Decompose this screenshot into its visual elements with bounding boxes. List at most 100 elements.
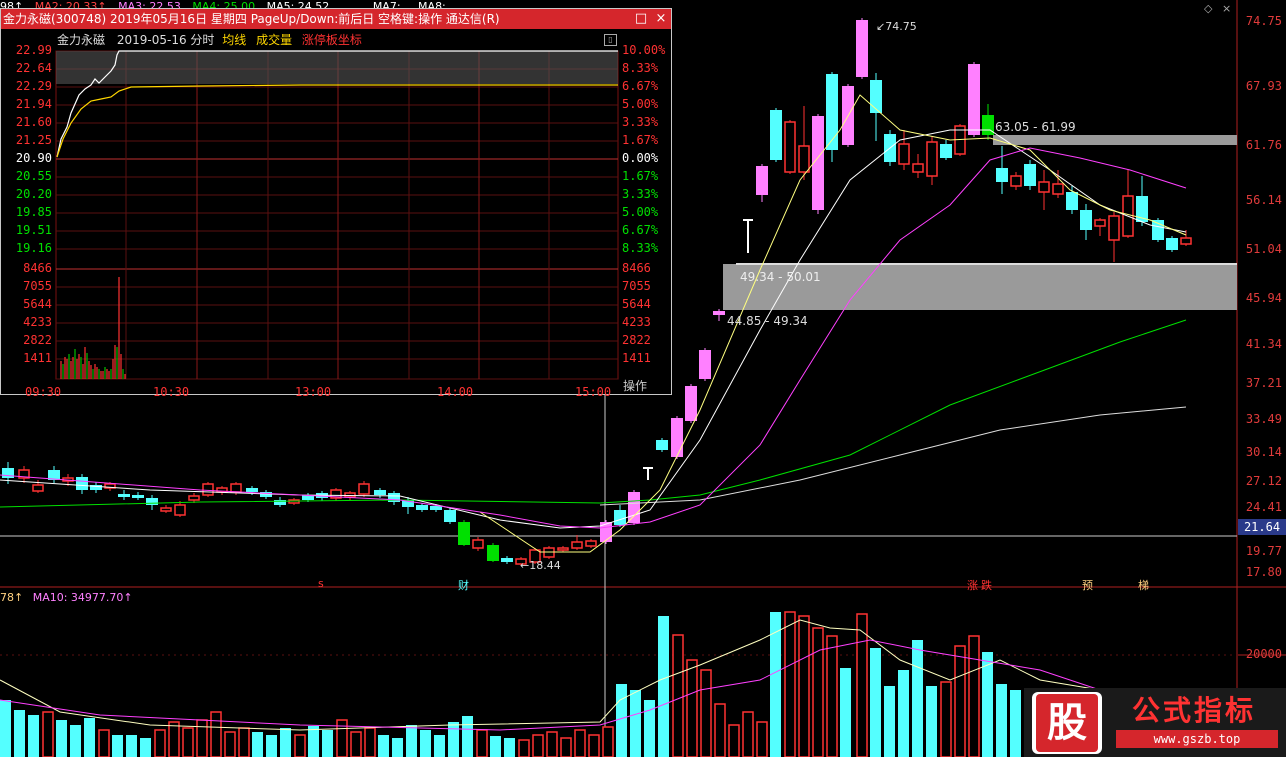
volume-bar	[518, 739, 530, 757]
intraday-pct-tick: 0.00%	[622, 151, 659, 165]
price-tick: 33.49	[1245, 412, 1282, 426]
intraday-vol-tick-left: 7055	[23, 279, 52, 293]
candle	[856, 18, 868, 79]
volume-bar	[238, 727, 250, 757]
intraday-vol-tick-right: 5644	[622, 297, 651, 311]
candle	[898, 130, 910, 170]
volume-bar	[700, 669, 712, 757]
candle	[388, 491, 400, 505]
candle	[656, 438, 668, 452]
volume-bar	[350, 731, 362, 757]
volume-bar	[56, 720, 67, 757]
price-tick: 61.76	[1245, 138, 1282, 152]
candle	[132, 492, 144, 500]
intraday-limit-band	[56, 51, 618, 84]
zone-low-label: 44.85 - 49.34	[727, 314, 808, 328]
event-mark-zhang[interactable]: 涨	[967, 577, 978, 593]
candle	[585, 539, 597, 548]
candle	[1180, 230, 1192, 246]
intraday-popup[interactable]: 金力永磁(300748) 2019年05月16日 星期四 PageUp/Down…	[0, 8, 672, 399]
volume-bar	[84, 718, 95, 757]
volume-bar	[14, 710, 25, 757]
volume-bar	[392, 738, 403, 757]
intraday-chart[interactable]	[1, 9, 671, 394]
logo-glyph: 股	[1036, 694, 1098, 752]
candle	[1094, 218, 1106, 236]
volume-bar	[504, 738, 515, 757]
candle	[996, 146, 1008, 194]
candle	[870, 73, 882, 141]
intraday-price-tick: 20.90	[15, 151, 52, 165]
high-annotation: ↙74.75	[876, 20, 917, 33]
intraday-vol-tick-left: 8466	[23, 261, 52, 275]
candle	[770, 108, 782, 162]
intraday-price-tick: 20.55	[15, 169, 52, 183]
close-chart-icon[interactable]: ×	[1222, 2, 1231, 15]
volume-bar	[308, 726, 319, 757]
event-mark-cai[interactable]: 财	[458, 577, 469, 593]
price-tick: 17.80	[1245, 565, 1282, 579]
volume-bar	[898, 670, 909, 757]
intraday-vol-tick-right: 4233	[622, 315, 651, 329]
volume-bar	[266, 735, 277, 757]
volume-bar	[462, 716, 473, 757]
candle	[812, 114, 824, 214]
volume-bar	[378, 735, 389, 757]
volume-axis-20000: 20000	[1245, 647, 1282, 661]
intraday-pct-tick: 6.67%	[622, 79, 659, 93]
event-mark-yu[interactable]: 预	[1082, 577, 1093, 593]
intraday-price-tick: 22.99	[15, 43, 52, 57]
volume-bar	[420, 730, 431, 757]
candle	[557, 546, 569, 552]
candle	[1080, 204, 1092, 240]
zone-mid-label: 49.34 - 50.01	[740, 270, 821, 284]
candle	[274, 497, 286, 507]
intraday-time-tick: 09:30	[25, 385, 62, 399]
event-mark-die[interactable]: 跌	[981, 577, 992, 593]
candle	[160, 505, 172, 513]
popup-action-button[interactable]: 操作	[623, 377, 647, 394]
volume-bar	[996, 684, 1007, 757]
price-tick: 41.34	[1245, 337, 1282, 351]
candle	[76, 474, 88, 494]
volume-bar	[856, 613, 868, 757]
volume-bar	[168, 721, 180, 757]
price-tick: 37.21	[1245, 376, 1282, 390]
volume-bar	[112, 735, 123, 757]
volume-bar	[98, 729, 110, 757]
price-tick: 67.93	[1245, 79, 1282, 93]
intraday-pct-tick: 5.00%	[622, 205, 659, 219]
intraday-vol-tick-left: 1411	[23, 351, 52, 365]
volume-bar	[0, 700, 11, 757]
logo-url: www.gszb.top	[1116, 730, 1278, 748]
price-tick: 56.14	[1245, 193, 1282, 207]
candle	[358, 481, 370, 497]
event-mark-mai[interactable]: 梯	[1138, 577, 1149, 593]
event-mark-s[interactable]: s	[318, 577, 324, 590]
volume-bar	[714, 703, 726, 757]
intraday-pct-tick: 1.67%	[622, 169, 659, 183]
candle	[118, 490, 130, 500]
volume-bar	[870, 648, 881, 757]
candle	[1038, 170, 1050, 210]
candle	[1024, 160, 1036, 190]
volume-bar	[826, 635, 838, 757]
diamond-icon[interactable]: ◇	[1204, 2, 1212, 15]
volume-ma10-label: MA10: 34977.70↑	[32, 591, 133, 604]
volume-bar	[546, 731, 558, 757]
volume-bar	[884, 686, 895, 757]
candle	[912, 154, 924, 178]
volume-bar	[574, 729, 586, 757]
price-tick: 51.04	[1245, 242, 1282, 256]
intraday-vol-tick-left: 5644	[23, 297, 52, 311]
intraday-price-tick: 21.60	[15, 115, 52, 129]
volume-bar	[940, 681, 952, 757]
volume-bar	[588, 734, 600, 757]
intraday-pct-tick: 6.67%	[622, 223, 659, 237]
candle	[614, 505, 626, 527]
candle	[487, 543, 499, 562]
volume-bar	[280, 728, 291, 757]
high-value: 74.75	[885, 20, 917, 33]
volume-bar	[912, 640, 923, 757]
volume-bar	[532, 734, 544, 757]
